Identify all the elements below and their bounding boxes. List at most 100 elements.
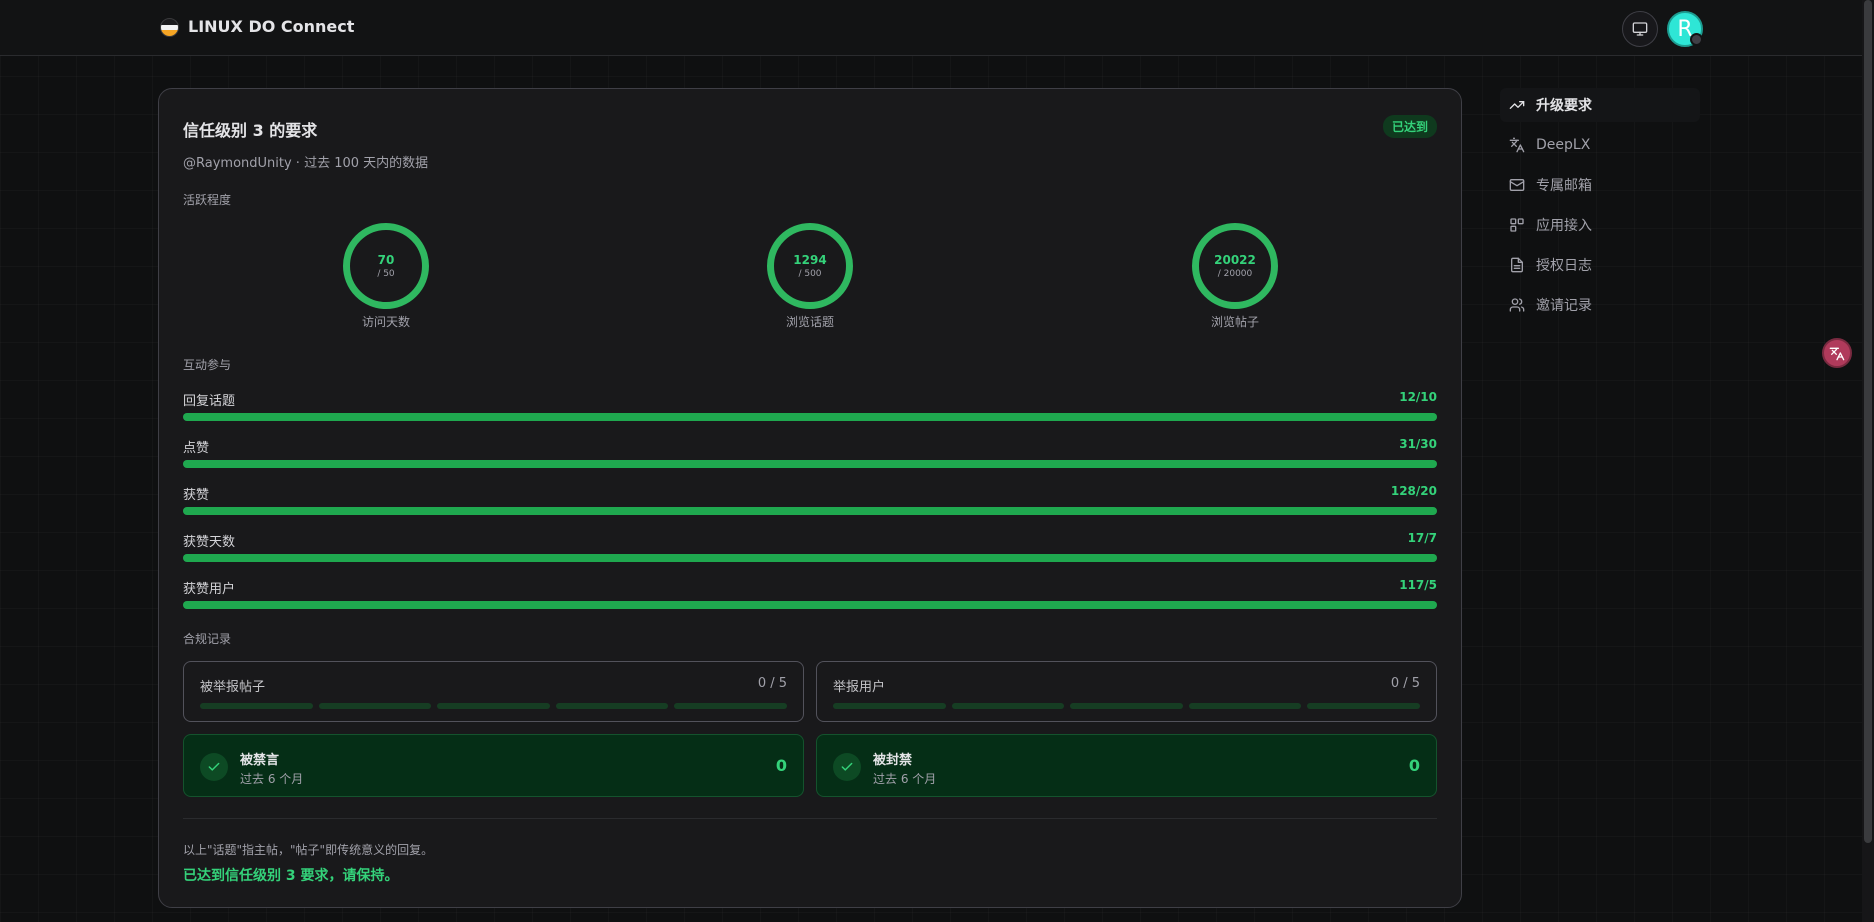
sidebar-item-label: 邀请记录: [1536, 298, 1592, 314]
segment: [1307, 703, 1420, 709]
silenced-box: 被禁言 过去 6 个月 0: [183, 734, 804, 797]
segment: [555, 703, 669, 709]
ring-target: / 50: [377, 269, 395, 279]
compliance-heading: 合规记录: [183, 632, 232, 646]
translate-icon: [1829, 347, 1845, 361]
users-icon: [1508, 296, 1526, 314]
report-value: 0 / 5: [757, 676, 787, 691]
bar-value: 12/10: [1399, 390, 1437, 404]
sidebar-item-upgrade[interactable]: 升级要求: [1500, 88, 1700, 122]
ok-title: 被封禁: [873, 753, 913, 768]
report-label: 被举报帖子: [200, 680, 266, 695]
ok-title: 被禁言: [240, 753, 280, 768]
progress-ring: 1294 / 500: [767, 223, 853, 309]
segment: [437, 703, 550, 709]
ring-posts-viewed: 20022 / 20000 浏览帖子: [1175, 223, 1295, 330]
segment: [200, 703, 313, 709]
top-header: LINUX DO Connect R: [0, 0, 1862, 56]
progress-fill: [183, 554, 1437, 562]
sidebar-item-mailbox[interactable]: 专属邮箱: [1500, 168, 1700, 202]
ok-subtitle: 过去 6 个月: [240, 772, 304, 786]
ring-label: 访问天数: [361, 315, 410, 329]
bar-liked-users: 获赞用户 117/5: [183, 578, 1437, 614]
mail-icon: [1508, 176, 1526, 194]
ok-count: 0: [775, 756, 787, 775]
ring-value: 70: [377, 253, 395, 267]
bar-reply-topics: 回复话题 12/10: [183, 390, 1437, 426]
progress-track: [183, 460, 1437, 468]
sidebar-item-invites[interactable]: 邀请记录: [1500, 288, 1700, 322]
sidebar-item-auth-log[interactable]: 授权日志: [1500, 248, 1700, 282]
trending-up-icon: [1508, 96, 1526, 114]
progress-fill: [183, 601, 1437, 609]
progress-fill: [183, 460, 1437, 468]
bar-liked-days: 获赞天数 17/7: [183, 531, 1437, 567]
report-label: 举报用户: [833, 680, 886, 695]
avatar-status-badge: [1690, 33, 1703, 46]
ok-subtitle: 过去 6 个月: [873, 772, 937, 786]
card-subtitle: @RaymondUnity · 过去 100 天内的数据: [183, 156, 429, 171]
scrollbar-thumb[interactable]: [1864, 0, 1872, 843]
report-value: 0 / 5: [1390, 676, 1420, 691]
progress-ring: 70 / 50: [343, 223, 429, 309]
bar-likes-given: 点赞 31/30: [183, 437, 1437, 473]
footnote: 以上"话题"指主帖，"帖子"即传统意义的回复。: [183, 843, 434, 857]
bar-label: 点赞: [183, 441, 210, 456]
divider: [183, 818, 1437, 819]
translate-icon: [1508, 136, 1526, 154]
sidebar-item-label: DeepLX: [1536, 137, 1591, 153]
bar-label: 获赞: [183, 488, 210, 503]
trust-level-card: 信任级别 3 的要求 已达到 @RaymondUnity · 过去 100 天内…: [158, 88, 1462, 908]
check-icon: [833, 753, 861, 781]
ok-count: 0: [1408, 756, 1420, 775]
activity-heading: 活跃程度: [183, 193, 232, 207]
ring-value: 1294: [793, 253, 827, 267]
file-text-icon: [1508, 256, 1526, 274]
suspended-box: 被封禁 过去 6 个月 0: [816, 734, 1437, 797]
bar-likes-received: 获赞 128/20: [183, 484, 1437, 520]
sidebar-item-label: 授权日志: [1536, 258, 1592, 274]
progress-track: [183, 601, 1437, 609]
segment: [1070, 703, 1183, 709]
apps-icon: [1508, 216, 1526, 234]
progress-track: [183, 554, 1437, 562]
ring-label: 浏览帖子: [1210, 315, 1259, 329]
ring-label: 浏览话题: [785, 315, 834, 329]
progress-track: [183, 507, 1437, 515]
ring-target: / 20000: [1217, 269, 1253, 279]
segment: [318, 703, 432, 709]
segment: [1188, 703, 1302, 709]
progress-ring: 20022 / 20000: [1192, 223, 1278, 309]
bar-value: 117/5: [1399, 578, 1437, 592]
ring-visit-days: 70 / 50 访问天数: [326, 223, 446, 330]
bar-label: 获赞用户: [183, 582, 236, 597]
bar-label: 回复话题: [183, 394, 236, 409]
monitor-icon: [1632, 22, 1648, 36]
progress-fill: [183, 507, 1437, 515]
status-badge: 已达到: [1382, 115, 1437, 138]
progress-track: [183, 413, 1437, 421]
sidebar-item-label: 升级要求: [1536, 98, 1592, 114]
sidebar-item-label: 应用接入: [1536, 218, 1592, 234]
report-segments: [200, 703, 787, 709]
bar-value: 31/30: [1399, 437, 1437, 451]
sidebar-item-deeplx[interactable]: DeepLX: [1500, 128, 1700, 162]
interaction-heading: 互动参与: [183, 358, 232, 372]
linuxdo-logo-icon[interactable]: [160, 18, 179, 37]
floating-translate-button[interactable]: [1822, 338, 1852, 368]
theme-toggle-button[interactable]: [1622, 11, 1658, 47]
reported-users-box: 举报用户 0 / 5: [816, 661, 1437, 722]
progress-fill: [183, 413, 1437, 421]
bar-value: 17/7: [1407, 531, 1437, 545]
brand-title[interactable]: LINUX DO Connect: [188, 17, 354, 36]
card-title: 信任级别 3 的要求: [183, 121, 318, 140]
sidebar-item-apps[interactable]: 应用接入: [1500, 208, 1700, 242]
segment: [951, 703, 1065, 709]
ring-topics-viewed: 1294 / 500 浏览话题: [750, 223, 870, 330]
segment: [674, 703, 787, 709]
report-segments: [833, 703, 1420, 709]
segment: [833, 703, 946, 709]
reported-posts-box: 被举报帖子 0 / 5: [183, 661, 804, 722]
check-icon: [200, 753, 228, 781]
conclusion-text: 已达到信任级别 3 要求，请保持。: [183, 868, 399, 884]
